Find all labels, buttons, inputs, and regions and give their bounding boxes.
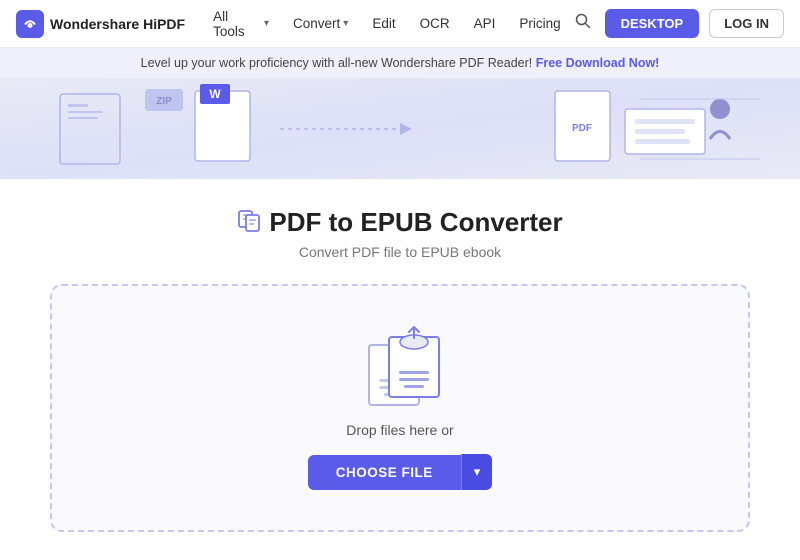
page-subtitle: Convert PDF file to EPUB ebook — [20, 244, 780, 260]
chevron-down-icon: ▾ — [264, 18, 269, 29]
login-button[interactable]: LOG IN — [709, 9, 784, 38]
drop-zone[interactable]: Drop files here or CHOOSE FILE ▾ — [50, 284, 750, 532]
logo-text: Wondershare HiPDF — [50, 16, 185, 32]
nav-convert[interactable]: Convert ▾ — [283, 10, 358, 37]
svg-text:PDF: PDF — [572, 123, 592, 134]
chevron-down-icon: ▾ — [474, 464, 481, 479]
banner-text: Level up your work proficiency with all-… — [141, 56, 533, 70]
chevron-down-icon: ▾ — [343, 18, 348, 29]
desktop-button[interactable]: DESKTOP — [605, 9, 700, 38]
nav-pricing[interactable]: Pricing — [509, 10, 570, 37]
hero-illustration: ZIP W PDF — [0, 79, 800, 179]
choose-file-dropdown-button[interactable]: ▾ — [461, 454, 493, 490]
converter-icon — [237, 208, 261, 238]
logo-link[interactable]: Wondershare HiPDF — [16, 10, 185, 38]
svg-text:W: W — [209, 87, 221, 101]
choose-file-row: CHOOSE FILE ▾ — [308, 454, 493, 490]
drop-label: Drop files here or — [346, 422, 453, 438]
nav-all-tools[interactable]: All Tools ▾ — [203, 3, 279, 45]
nav-actions: DESKTOP LOG IN — [571, 9, 784, 38]
search-icon — [575, 13, 591, 29]
page-title: PDF to EPUB Converter — [269, 207, 562, 238]
nav-edit[interactable]: Edit — [362, 10, 405, 37]
search-button[interactable] — [571, 9, 595, 38]
upload-illustration — [360, 336, 440, 406]
logo-icon — [16, 10, 44, 38]
promo-banner: Level up your work proficiency with all-… — [0, 48, 800, 79]
navbar: Wondershare HiPDF All Tools ▾ Convert ▾ … — [0, 0, 800, 48]
nav-api[interactable]: API — [464, 10, 506, 37]
hero-image: ZIP W PDF — [0, 79, 800, 179]
svg-text:ZIP: ZIP — [156, 96, 172, 107]
nav-items: All Tools ▾ Convert ▾ Edit OCR API Prici… — [203, 3, 571, 45]
banner-link[interactable]: Free Download Now! — [536, 56, 660, 70]
nav-ocr[interactable]: OCR — [410, 10, 460, 37]
cloud-upload-icon — [398, 324, 430, 350]
doc-front — [388, 336, 440, 398]
main-content: PDF to EPUB Converter Convert PDF file t… — [0, 179, 800, 552]
title-row: PDF to EPUB Converter — [20, 207, 780, 238]
choose-file-button[interactable]: CHOOSE FILE — [308, 455, 461, 490]
